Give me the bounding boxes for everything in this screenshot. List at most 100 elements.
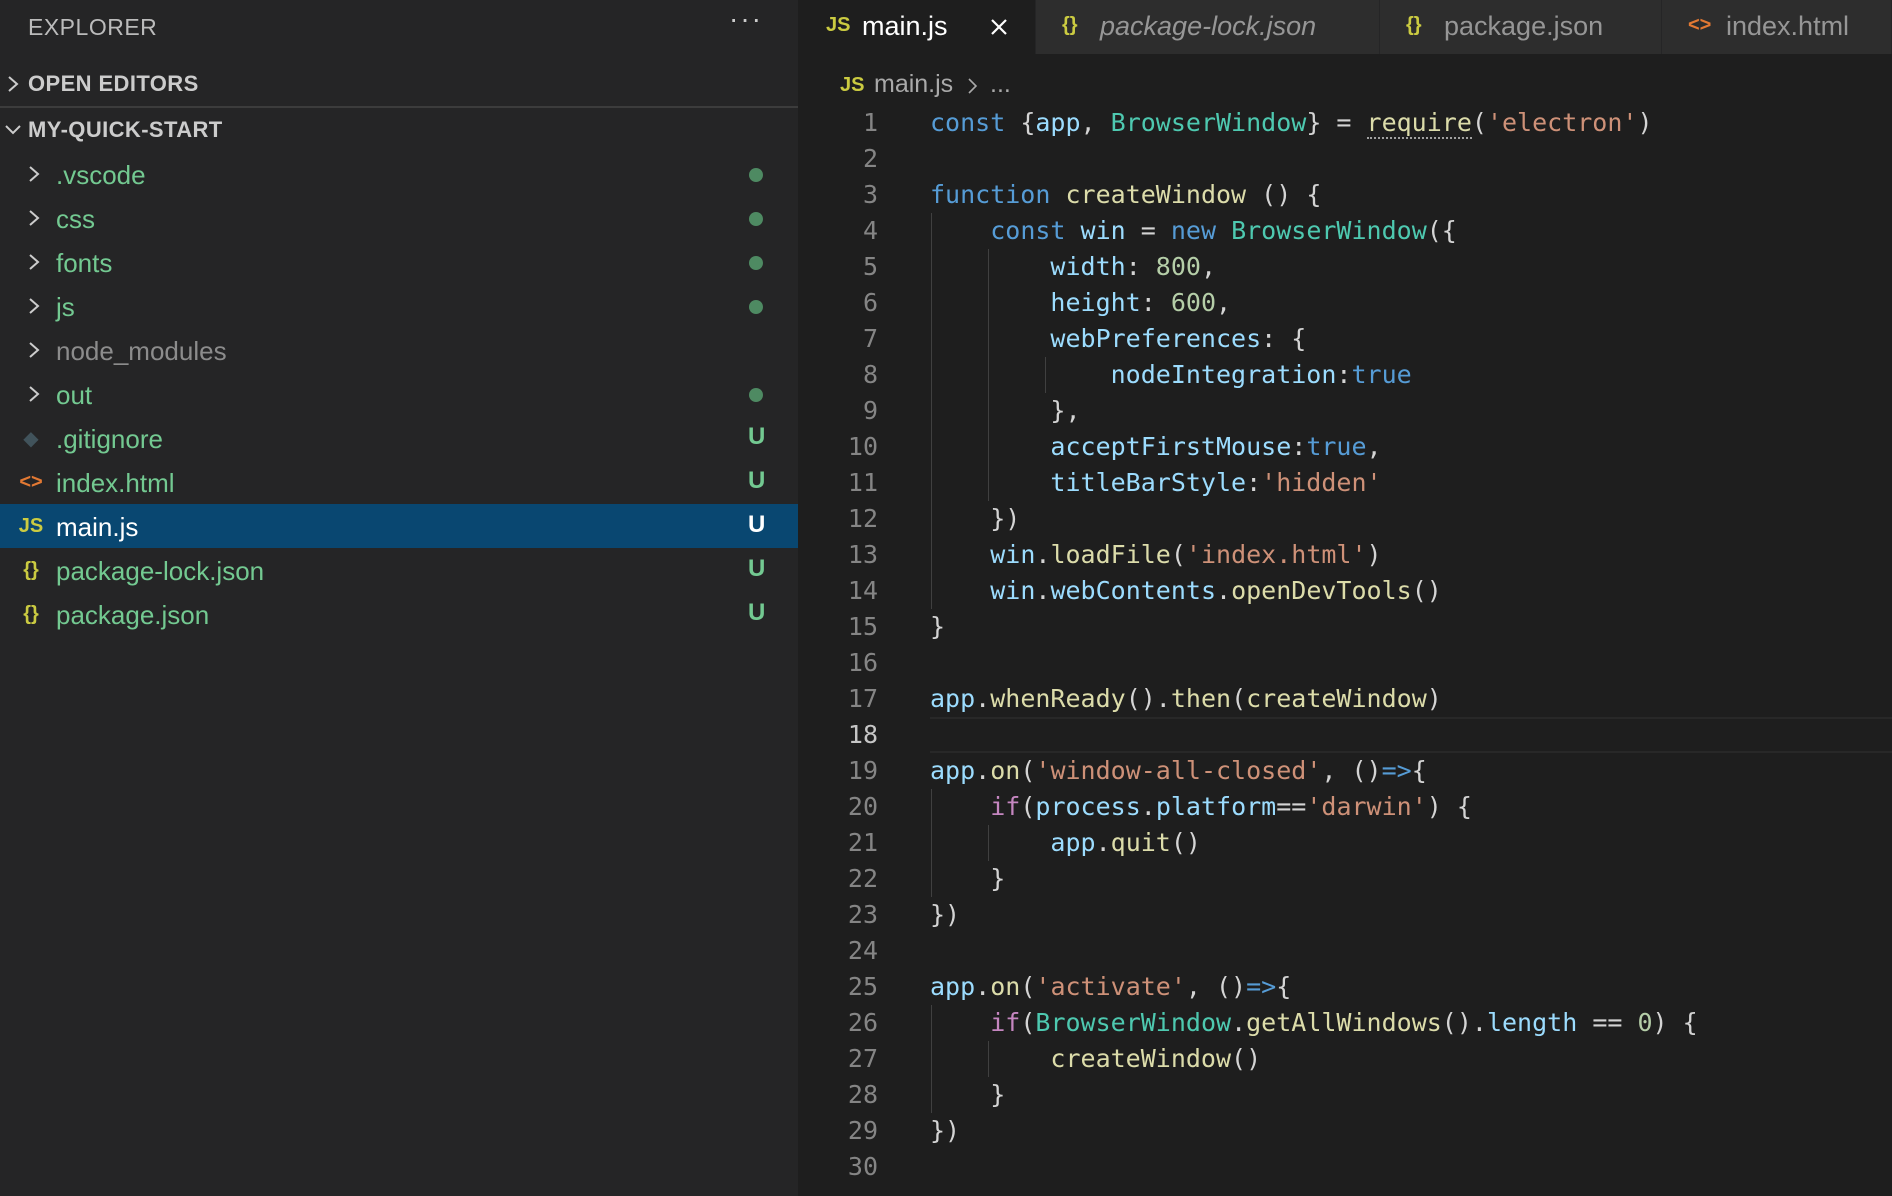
- tab-label: index.html: [1726, 11, 1850, 41]
- line-text: [930, 933, 1892, 969]
- indent-guide: [931, 429, 932, 465]
- file-item[interactable]: {} package.json U: [0, 592, 798, 636]
- file-name: index.html: [56, 468, 175, 498]
- js-icon: JS: [840, 74, 865, 96]
- line-number: 5: [862, 252, 878, 281]
- code-line: 11 titleBarStyle:'hidden': [798, 465, 1892, 501]
- json-icon: {}: [1406, 14, 1422, 36]
- file-item[interactable]: ◆ .gitignore U: [0, 416, 798, 460]
- line-number: 9: [862, 396, 878, 425]
- line-number: 4: [862, 216, 878, 245]
- chevron-right-icon: [29, 210, 40, 226]
- modified-dot: [749, 300, 763, 314]
- folder-item[interactable]: out: [0, 372, 798, 416]
- folder-item[interactable]: css: [0, 196, 798, 240]
- untracked-badge: U: [748, 423, 766, 450]
- file-name: package.json: [56, 600, 210, 630]
- folder-item[interactable]: fonts: [0, 240, 798, 284]
- code-line: 16: [798, 645, 1892, 681]
- file-name: .vscode: [56, 160, 146, 190]
- line-text: [930, 717, 1892, 753]
- line-number: 28: [847, 1080, 878, 1109]
- code-line: 13 win.loadFile('index.html'): [798, 537, 1892, 573]
- line-text: }): [930, 501, 1892, 537]
- explorer-sidebar: EXPLORER ··· OPEN EDITORS MY-QUICK-START…: [0, 0, 798, 1196]
- file-name: .gitignore: [56, 424, 163, 454]
- chevron-right-icon: [29, 386, 40, 402]
- git-icon: ◆: [23, 427, 39, 450]
- line-text: }): [930, 900, 961, 929]
- code-line: 17 app.whenReady().then(createWindow): [798, 681, 1892, 717]
- modified-dot: [749, 388, 763, 402]
- line-number: 12: [847, 504, 878, 533]
- line-text: app.quit(): [930, 825, 1892, 861]
- code-editor[interactable]: 1 const {app, BrowserWindow} = require('e…: [798, 105, 1892, 1185]
- line-number: 22: [847, 864, 878, 893]
- project-section[interactable]: MY-QUICK-START: [0, 108, 798, 152]
- code-line: 27 createWindow(): [798, 1041, 1892, 1077]
- untracked-badge: U: [748, 555, 766, 582]
- code-line: 23}): [798, 897, 1892, 933]
- line-number: 29: [847, 1116, 878, 1145]
- breadcrumb-more[interactable]: ...: [990, 70, 1011, 99]
- line-text: }): [930, 1116, 961, 1145]
- untracked-badge: U: [748, 511, 766, 538]
- indent-guide: [988, 429, 990, 465]
- indent-guide: [988, 1041, 990, 1077]
- indent-guide: [1045, 357, 1047, 393]
- line-text: },: [930, 393, 1892, 429]
- editor-area: JS main.js {} package-lock.json {} package.js…: [798, 0, 1892, 1196]
- indent-guide: [931, 501, 932, 537]
- file-name: css: [56, 204, 95, 234]
- line-number: 11: [847, 468, 878, 497]
- code-line: 6 height: 600,: [798, 285, 1892, 321]
- line-number: 21: [847, 828, 878, 857]
- line-number: 19: [847, 756, 878, 785]
- more-actions-icon[interactable]: ···: [728, 5, 764, 40]
- file-name: package-lock.json: [56, 556, 265, 586]
- tab-package-lock-json[interactable]: {} package-lock.json: [1036, 0, 1380, 54]
- indent-guide: [988, 321, 990, 357]
- breadcrumb-file[interactable]: main.js: [874, 70, 953, 99]
- tab-label: main.js: [862, 11, 948, 41]
- folder-item[interactable]: .vscode: [0, 152, 798, 196]
- file-item[interactable]: JS main.js U: [0, 504, 798, 548]
- tab-index-html[interactable]: <> index.html: [1662, 0, 1892, 54]
- line-text: acceptFirstMouse:true,: [930, 429, 1892, 465]
- json-icon: {}: [1062, 14, 1078, 36]
- close-icon[interactable]: [985, 13, 1013, 41]
- line-number: 15: [847, 612, 878, 641]
- code-line: 24: [798, 933, 1892, 969]
- open-editors-section[interactable]: OPEN EDITORS: [0, 62, 798, 108]
- line-number: 16: [847, 648, 878, 677]
- line-number: 18: [847, 720, 878, 749]
- file-item[interactable]: {} package-lock.json U: [0, 548, 798, 592]
- indent-guide: [988, 393, 990, 429]
- js-icon: JS: [826, 14, 851, 36]
- code-line: 21 app.quit(): [798, 825, 1892, 861]
- line-number: 27: [847, 1044, 878, 1073]
- code-line: 1 const {app, BrowserWindow} = require('e…: [798, 105, 1892, 141]
- code-line: 28 }: [798, 1077, 1892, 1113]
- line-number: 26: [847, 1008, 878, 1037]
- tab-bar: JS main.js {} package-lock.json {} package.js…: [798, 0, 1892, 54]
- tab-label: package-lock.json: [1100, 11, 1317, 41]
- chevron-right-icon: [968, 78, 978, 94]
- tab-main-js[interactable]: JS main.js: [798, 0, 1036, 54]
- line-text: createWindow(): [930, 1041, 1892, 1077]
- tab-package-json[interactable]: {} package.json: [1380, 0, 1662, 54]
- chevron-down-icon: [5, 125, 21, 135]
- indent-guide: [931, 789, 932, 825]
- indent-guide: [988, 285, 990, 321]
- line-number: 20: [847, 792, 878, 821]
- folder-item[interactable]: node_modules: [0, 328, 798, 372]
- line-number: 25: [847, 972, 878, 1001]
- file-item[interactable]: <> index.html U: [0, 460, 798, 504]
- folder-item[interactable]: js: [0, 284, 798, 328]
- line-text: }: [930, 861, 1892, 897]
- line-number: 17: [847, 684, 878, 713]
- breadcrumb: JS main.js ...: [798, 62, 1892, 108]
- indent-guide: [931, 573, 932, 609]
- line-number: 1: [862, 108, 878, 137]
- js-icon: JS: [18, 514, 44, 537]
